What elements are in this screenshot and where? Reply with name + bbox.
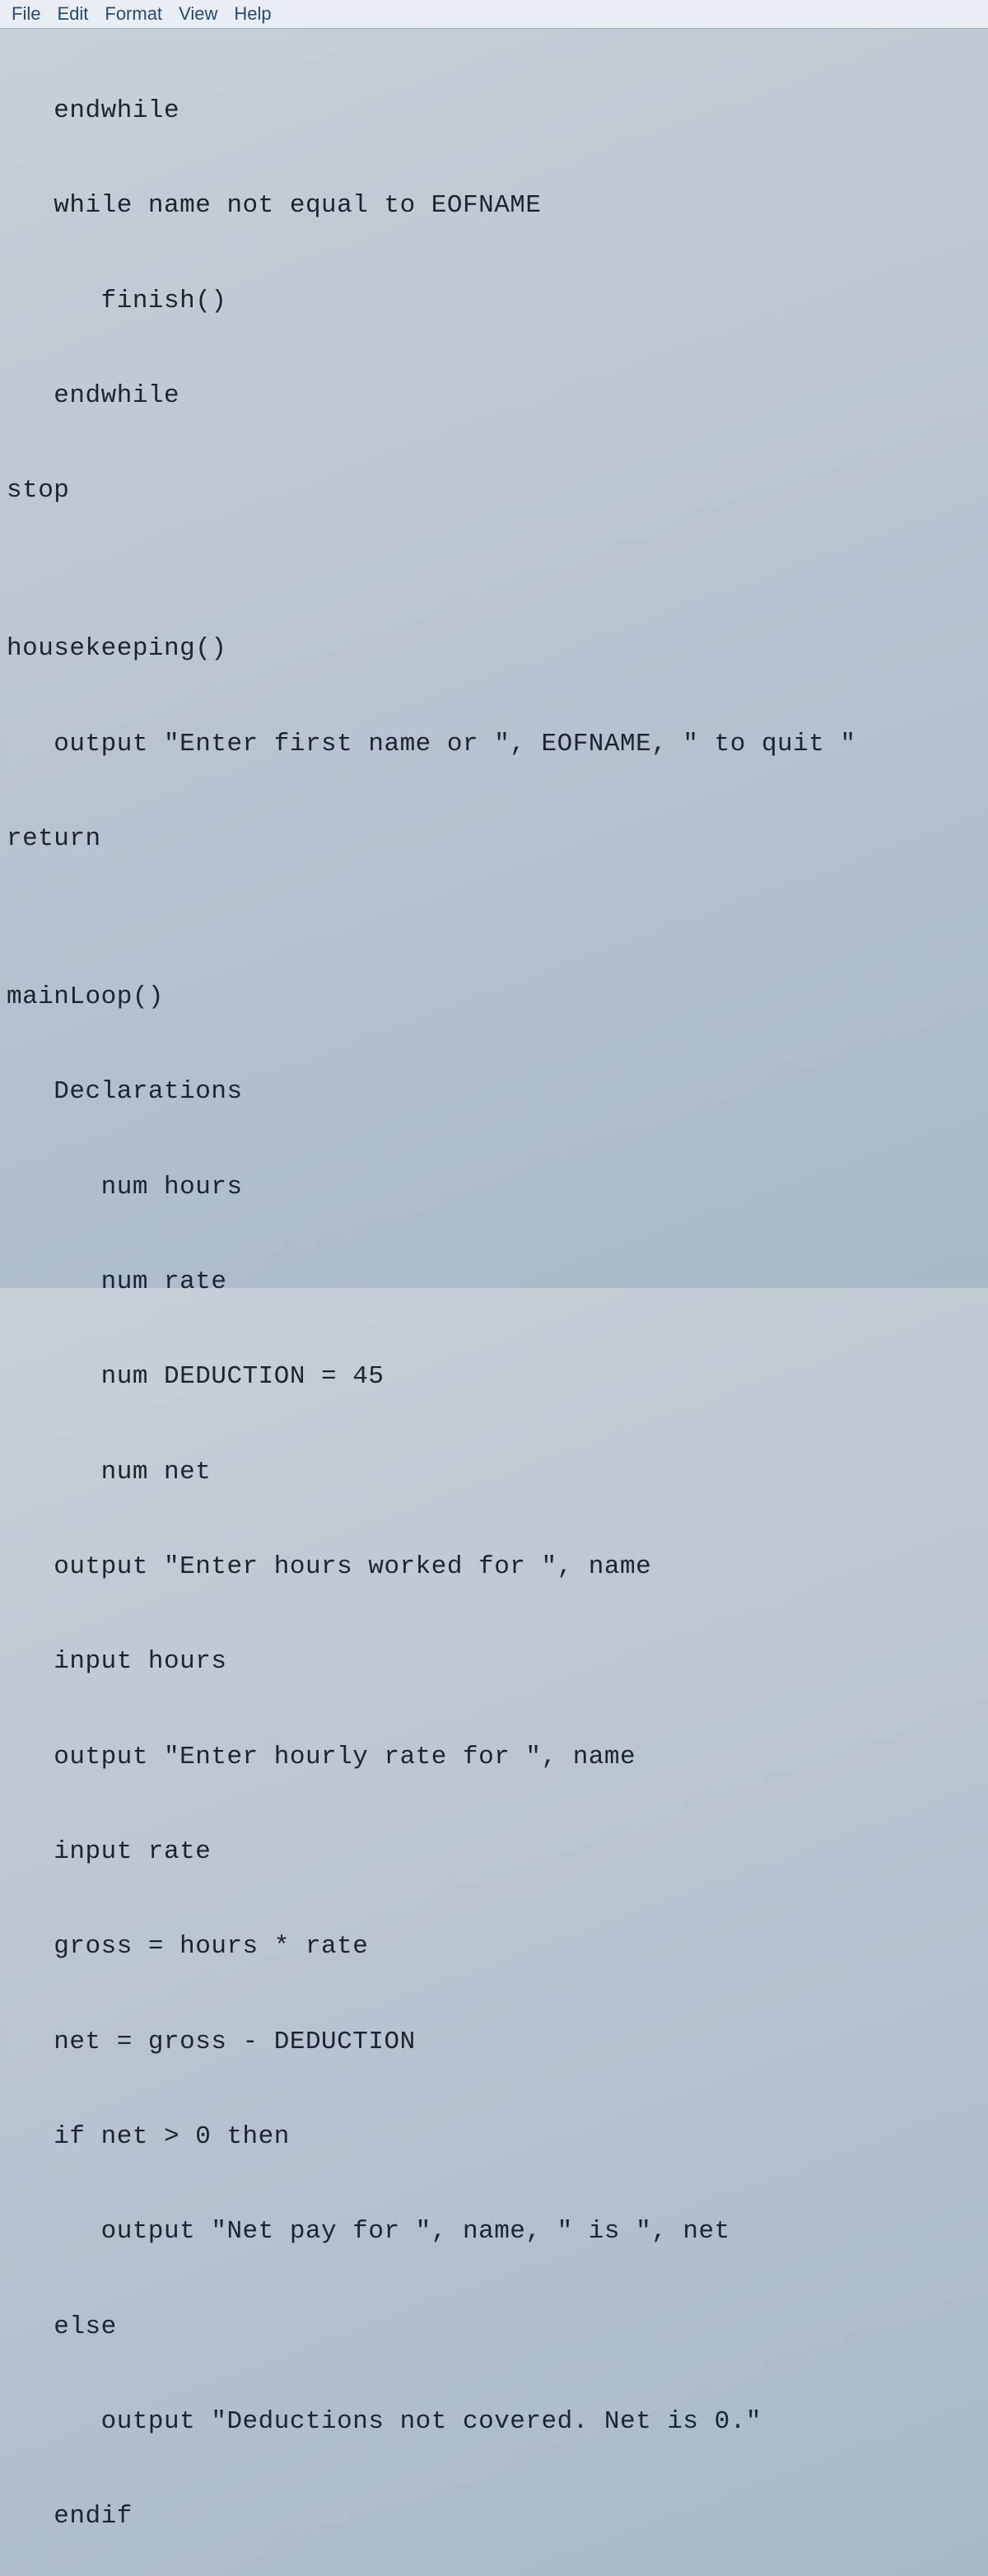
menu-edit[interactable]: Edit [49, 2, 96, 26]
code-line: output "Enter hours worked for ", name [7, 1552, 981, 1583]
code-line: if net > 0 then [7, 2121, 981, 2153]
menu-file[interactable]: File [3, 2, 49, 26]
menu-view[interactable]: View [170, 2, 226, 26]
code-line: finish() [7, 286, 981, 317]
code-line: stop [7, 475, 981, 506]
code-line: mainLoop() [7, 982, 981, 1013]
menu-help[interactable]: Help [226, 2, 279, 26]
code-line: num DEDUCTION = 45 [7, 1361, 981, 1393]
code-line: net = gross - DEDUCTION [7, 2027, 981, 2058]
code-line: input rate [7, 1836, 981, 1868]
code-line: Declarations [7, 1076, 981, 1108]
code-line: endwhile [7, 96, 981, 127]
code-line: output "Net pay for ", name, " is ", net [7, 2216, 981, 2247]
code-line: gross = hours * rate [7, 1931, 981, 1962]
code-line: num net [7, 1457, 981, 1488]
menu-format[interactable]: Format [96, 2, 170, 26]
text-editor-content[interactable]: endwhile while name not equal to EOFNAME… [0, 29, 988, 2576]
code-line: output "Deductions not covered. Net is 0… [7, 2406, 981, 2438]
code-line: num rate [7, 1267, 981, 1298]
code-line: input hours [7, 1646, 981, 1678]
code-line: endif [7, 2501, 981, 2532]
code-line: endwhile [7, 380, 981, 412]
code-line: num hours [7, 1172, 981, 1203]
code-line: return [7, 824, 981, 855]
code-line: housekeeping() [7, 633, 981, 665]
code-line: output "Enter hourly rate for ", name [7, 1742, 981, 1773]
code-line: else [7, 2312, 981, 2343]
code-line: output "Enter first name or ", EOFNAME, … [7, 729, 981, 760]
code-line: while name not equal to EOFNAME [7, 190, 981, 222]
menubar: File Edit Format View Help [0, 0, 988, 29]
